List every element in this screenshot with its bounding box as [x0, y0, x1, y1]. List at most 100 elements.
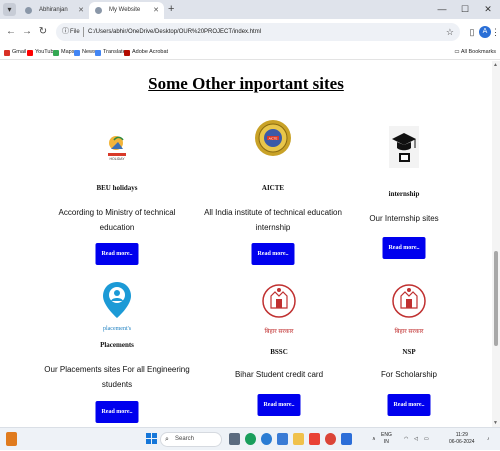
windows-taskbar: ⌕ Search ∧ ENG IN ◠ ◁ ▭ 11:29 06-06-2024…: [0, 427, 500, 450]
bihar-emblem-logo-icon: [262, 284, 296, 318]
edge-icon[interactable]: [261, 433, 272, 445]
emblem-caption: बिहार सरकार: [394, 329, 424, 335]
tab-close-icon[interactable]: ✕: [153, 2, 159, 19]
graduation-cap-logo-icon: [389, 126, 419, 168]
card-title: Placements: [100, 341, 134, 349]
scrollbar-thumb[interactable]: [494, 251, 498, 346]
volume-icon[interactable]: ◁: [414, 428, 418, 451]
maps-icon: [53, 50, 59, 56]
read-more-button[interactable]: Read more..: [95, 401, 139, 423]
tab-label: Abhiranjan: [39, 7, 68, 13]
menu-kebab-icon[interactable]: ⋮: [491, 25, 500, 39]
minimize-button[interactable]: —: [431, 0, 453, 19]
tab-my-website[interactable]: My Website ✕: [89, 2, 164, 19]
tab-close-icon[interactable]: ✕: [78, 2, 84, 19]
forward-arrow-icon[interactable]: →: [20, 25, 34, 39]
wifi-icon[interactable]: ◠: [404, 428, 408, 451]
card-description: Our Placements sites For all Engineering…: [44, 365, 190, 389]
tray-overflow-icon[interactable]: ∧: [372, 428, 376, 451]
tab-favicon-icon: [25, 7, 32, 14]
card-placements: placement's Placements Our Placements si…: [35, 272, 199, 423]
language-indicator[interactable]: ENG IN: [381, 432, 392, 446]
bookmark-adobe-acrobat[interactable]: Adobe Acrobat: [124, 47, 168, 58]
task-view-icon[interactable]: [229, 433, 240, 445]
close-window-button[interactable]: ✕: [477, 0, 499, 19]
chrome-icon[interactable]: [325, 433, 336, 445]
gmail-icon: [4, 50, 10, 56]
card-title: internship: [388, 190, 420, 198]
card-internship: internship Our Internship sites Read mor…: [322, 121, 486, 266]
svg-text:HOLIDAY: HOLIDAY: [109, 157, 125, 161]
tab-search-button[interactable]: ▾: [3, 3, 16, 16]
reload-icon[interactable]: ↻: [36, 25, 50, 39]
youtube-icon: [27, 50, 33, 56]
placements-logo-text: placement's: [102, 326, 132, 332]
all-bookmarks-button[interactable]: ▭ All Bookmarks: [454, 47, 496, 58]
tab-favicon-icon: [95, 7, 102, 14]
taskbar-search-label: Search: [175, 436, 195, 442]
address-bar[interactable]: ⓘ File C:/Users/abhir/OneDrive/Desktop/O…: [56, 23, 460, 41]
copilot-icon[interactable]: [245, 433, 256, 445]
card-title: BEU holidays: [96, 184, 138, 192]
extensions-icon[interactable]: ▯: [465, 25, 479, 39]
search-icon: ⌕: [165, 436, 169, 443]
notifications-bell-icon[interactable]: ♪: [487, 428, 490, 451]
bookmark-translate[interactable]: Translate: [95, 47, 126, 58]
beu-holiday-logo-icon: HOLIDAY: [108, 136, 126, 161]
profile-avatar[interactable]: A: [479, 26, 491, 38]
page-title: Some Other inportant sites: [148, 74, 344, 93]
card-description: According to Ministry of technical educa…: [58, 208, 176, 232]
vscode-icon[interactable]: [341, 433, 352, 445]
page-scrollbar[interactable]: ▲ ▼: [492, 61, 500, 427]
url-text[interactable]: C:/Users/abhir/OneDrive/Desktop/OUR%20PR…: [88, 23, 261, 41]
battery-icon[interactable]: ▭: [424, 428, 429, 451]
card-description: For Scholarship: [380, 370, 438, 379]
clock-time: 11:29: [455, 432, 468, 438]
language-label: ENG: [381, 432, 392, 438]
tab-abhiranjan[interactable]: Abhiranjan ✕: [19, 2, 89, 19]
site-info-icon[interactable]: ⓘ: [62, 26, 69, 38]
browser-tab-strip: ▾ Abhiranjan ✕ My Website ✕ + — ☐ ✕: [0, 0, 500, 19]
omnibox-divider: [83, 27, 84, 37]
card-nsp: बिहार सरकार NSP For Scholarship Read mor…: [327, 272, 491, 422]
bookmark-label: Gmail: [12, 49, 27, 55]
bookmarks-bar: Gmail YouTube Maps News Translate Adobe …: [0, 45, 500, 60]
bookmark-maps[interactable]: Maps: [53, 47, 74, 58]
aicte-logo-icon: AICTE: [255, 120, 291, 156]
translate-icon: [95, 50, 101, 56]
bookmark-label: Adobe Acrobat: [132, 49, 169, 55]
read-more-button[interactable]: Read more..: [382, 237, 426, 259]
read-more-button[interactable]: Read more..: [95, 243, 139, 265]
bookmark-label: Translate: [103, 49, 126, 55]
scroll-down-arrow-icon[interactable]: ▼: [493, 420, 498, 426]
back-arrow-icon[interactable]: ←: [4, 25, 18, 39]
taskbar-search-box[interactable]: ⌕ Search: [160, 432, 222, 447]
card-description: Our Internship sites: [369, 214, 439, 223]
bookmark-star-icon[interactable]: ☆: [446, 23, 454, 41]
scroll-up-arrow-icon[interactable]: ▲: [493, 62, 498, 68]
language-sub-label: IN: [383, 439, 389, 445]
browser-toolbar: ← → ↻ ⓘ File C:/Users/abhir/OneDrive/Des…: [0, 19, 500, 45]
all-bookmarks-label: All Bookmarks: [460, 49, 496, 55]
bookmark-label: News: [82, 49, 96, 55]
maximize-button[interactable]: ☐: [454, 0, 476, 19]
bookmark-news[interactable]: News: [74, 47, 96, 58]
tab-label: My Website: [109, 7, 141, 13]
svg-text:AICTE: AICTE: [269, 137, 278, 141]
read-more-button[interactable]: Read more..: [257, 394, 301, 416]
widgets-icon[interactable]: [6, 432, 17, 446]
card-beu-holidays: HOLIDAY BEU holidays According to Minist…: [35, 121, 199, 266]
read-more-button[interactable]: Read more..: [251, 243, 295, 265]
windows-start-icon[interactable]: [146, 433, 158, 445]
bookmark-label: Maps: [61, 49, 75, 55]
new-tab-button[interactable]: +: [168, 2, 174, 17]
read-more-button[interactable]: Read more..: [387, 394, 431, 416]
taskbar-clock[interactable]: 11:29 06-06-2024: [449, 432, 475, 446]
news-icon: [74, 50, 80, 56]
office-icon[interactable]: [309, 433, 320, 445]
bookmark-gmail[interactable]: Gmail: [4, 47, 26, 58]
placements-logo-icon: [103, 282, 131, 318]
microsoft-store-icon[interactable]: [277, 433, 288, 445]
clock-date: 06-06-2024: [449, 439, 475, 445]
file-explorer-icon[interactable]: [293, 433, 304, 445]
